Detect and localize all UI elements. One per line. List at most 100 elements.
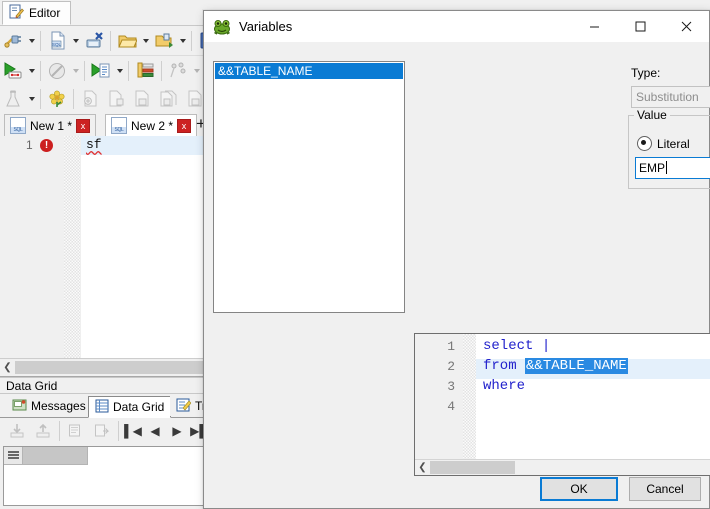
variables-dialog: Variables &&TABLE_NAME Type: Substitutio… — [203, 10, 710, 509]
trace-icon — [176, 398, 192, 415]
open-recent-icon[interactable] — [152, 29, 176, 53]
toolbar-separator — [40, 88, 41, 109]
messages-icon — [12, 398, 27, 415]
type-label: Type: — [631, 66, 661, 80]
next-record-icon[interactable]: ▶ — [166, 424, 188, 438]
preview-gutter-strip — [463, 334, 476, 475]
sql-file-icon — [111, 117, 127, 134]
autotrace-icon — [166, 59, 190, 83]
test-flask-icon — [1, 87, 25, 111]
import-icon — [5, 419, 29, 443]
new-sql-file-icon[interactable]: SQL — [45, 29, 69, 53]
previous-record-icon[interactable]: ◀ — [144, 424, 166, 438]
preview-line-number: 4 — [447, 399, 455, 414]
ok-button[interactable]: OK — [540, 477, 618, 501]
preview-gutter — [415, 334, 463, 475]
preview-line-text: where — [483, 378, 526, 394]
copy-row-icon — [104, 87, 128, 111]
tab-label: Messages — [31, 399, 86, 413]
commit-row-icon — [90, 419, 114, 443]
open-folder-dropdown-caret[interactable] — [140, 29, 151, 53]
preview-line-number: 2 — [447, 359, 455, 374]
variable-list[interactable]: &&TABLE_NAME — [213, 61, 405, 313]
flower-icon[interactable] — [45, 87, 69, 111]
grid-select-all-icon[interactable] — [4, 447, 23, 465]
editor-pencil-icon — [9, 4, 24, 22]
execute-statement-icon[interactable] — [1, 59, 25, 83]
connect-icon[interactable] — [1, 29, 25, 53]
editor-text: sf — [86, 137, 102, 152]
save-all-icon — [156, 87, 180, 111]
explain-plan-icon[interactable] — [133, 59, 157, 83]
dialog-title: Variables — [239, 19, 293, 34]
tab-label: Data Grid — [113, 400, 165, 414]
tab-messages[interactable]: Messages — [6, 396, 92, 416]
sql-file-icon — [10, 117, 26, 134]
scrollbar-thumb[interactable] — [430, 461, 515, 474]
preview-line-number: 1 — [447, 339, 455, 354]
toolbar-separator — [40, 60, 41, 81]
toolbar-separator — [161, 60, 162, 81]
run-script-dropdown-caret[interactable] — [114, 59, 125, 83]
new-sql-file-dropdown-caret[interactable] — [70, 29, 81, 53]
first-record-icon[interactable]: ▌◀ — [122, 424, 144, 438]
close-icon[interactable]: x — [76, 118, 91, 133]
data-grid-icon — [95, 399, 109, 416]
close-icon[interactable] — [663, 11, 709, 42]
connect-dropdown-caret[interactable] — [26, 29, 37, 53]
error-icon[interactable]: ! — [40, 139, 53, 152]
tab-data-grid[interactable]: Data Grid — [88, 396, 172, 418]
cancel-button[interactable]: Cancel — [629, 477, 701, 501]
editor-gutter-strip — [64, 136, 81, 376]
duplicate-row-icon — [64, 419, 88, 443]
execute-dropdown-caret[interactable] — [26, 59, 37, 83]
toolbar-separator — [118, 421, 119, 441]
radio-literal[interactable]: Literal — [637, 136, 690, 151]
close-icon[interactable]: x — [177, 118, 192, 133]
radio-indicator — [637, 136, 652, 151]
preview-line-text: select | — [483, 338, 551, 354]
editor-tab[interactable]: Editor — [2, 1, 72, 25]
value-input[interactable]: EMP — [635, 157, 710, 179]
minimize-icon[interactable] — [571, 11, 617, 42]
dialog-title-bar[interactable]: Variables — [204, 11, 709, 42]
preview-variable-token: &&TABLE_NAME — [525, 358, 628, 374]
disconnect-icon[interactable] — [82, 29, 106, 53]
add-row-icon — [78, 87, 102, 111]
worksheet-tab-new-2[interactable]: New 2 * x — [105, 114, 198, 136]
window-controls — [571, 11, 709, 42]
worksheet-tab-label: New 2 * — [131, 118, 174, 133]
maximize-icon[interactable] — [617, 11, 663, 42]
worksheet-tab-new-1[interactable]: New 1 * x — [4, 114, 97, 136]
toolbar-separator — [73, 88, 74, 109]
worksheet-tab-label: New 1 * — [30, 118, 73, 133]
preview-line-text: from &&TABLE_NAME — [483, 358, 628, 374]
stop-dropdown-caret — [70, 59, 81, 83]
run-script-icon[interactable] — [89, 59, 113, 83]
text-caret — [666, 161, 668, 174]
stop-icon — [45, 59, 69, 83]
grid-column-header[interactable] — [23, 447, 88, 465]
save-row-icon — [130, 87, 154, 111]
sql-preview[interactable]: 1 2 3 4 select | from &&TABLE_NAME where… — [414, 333, 710, 476]
test-flask-dropdown-caret[interactable] — [26, 87, 37, 111]
radio-label: Literal — [657, 136, 690, 151]
value-input-text: EMP — [639, 161, 666, 175]
toolbar-separator — [110, 30, 111, 51]
screen: Editor SQL SQL New 1 * x SQL New 2 * x +… — [0, 0, 710, 509]
preview-horizontal-scrollbar[interactable]: ❮ ❯ — [415, 459, 710, 475]
list-item[interactable]: &&TABLE_NAME — [215, 63, 403, 79]
value-group-legend: Value — [634, 108, 670, 122]
open-folder-icon[interactable] — [115, 29, 139, 53]
type-field: Substitution — [631, 86, 710, 108]
autotrace-dropdown-caret — [191, 59, 202, 83]
frog-icon — [213, 19, 231, 35]
editor-line-number: 1 — [26, 138, 33, 152]
toolbar-separator — [191, 30, 192, 51]
scroll-left-icon[interactable]: ❮ — [0, 362, 15, 373]
editor-tab-label: Editor — [29, 6, 61, 20]
toolbar-separator — [40, 30, 41, 51]
export-icon — [31, 419, 55, 443]
open-recent-dropdown-caret[interactable] — [177, 29, 188, 53]
scroll-left-icon[interactable]: ❮ — [415, 462, 430, 473]
